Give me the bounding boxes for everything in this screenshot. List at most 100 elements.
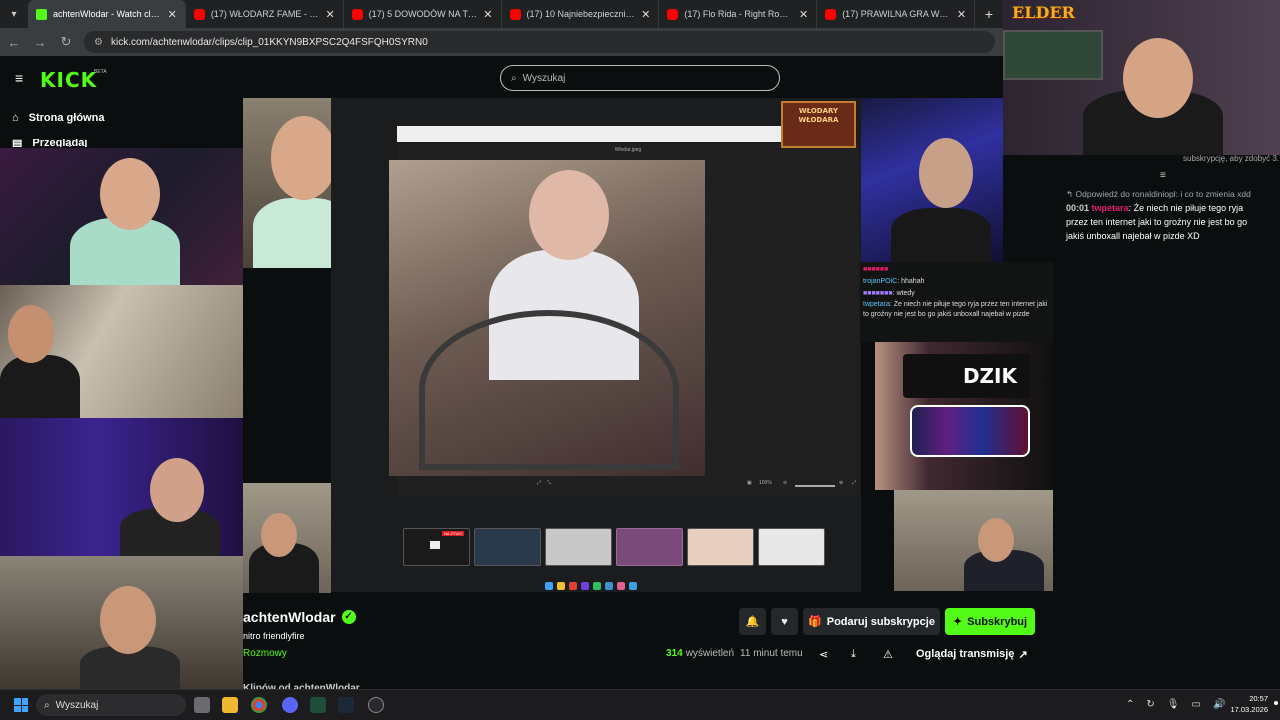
report-icon[interactable]: ⚠	[883, 648, 893, 661]
notification-bell-button[interactable]: 🔔	[739, 608, 766, 635]
close-tab-icon[interactable]: ✕	[641, 8, 650, 21]
tab-list-dropdown-icon[interactable]: ▾	[0, 0, 28, 28]
zoom-out-icon[interactable]: ⊖	[783, 480, 787, 486]
image-strip	[397, 126, 781, 142]
sidebar-item-browse[interactable]: ▤ Przeglądaj	[12, 139, 87, 147]
sidebar-item-home[interactable]: ⌂ Strona główna	[12, 112, 104, 124]
close-tab-icon[interactable]: ✕	[325, 8, 334, 21]
person-head	[8, 305, 54, 363]
fullscreen-icon[interactable]: ⤢	[852, 480, 856, 486]
person-head	[150, 458, 204, 522]
image-icon[interactable]: ▣	[747, 480, 752, 486]
steam-icon[interactable]	[338, 697, 354, 713]
share-icon[interactable]: ⋖	[819, 648, 828, 661]
new-tab-button[interactable]: +	[975, 6, 1003, 22]
chevron-up-icon[interactable]: ⌃	[1126, 699, 1134, 710]
search-input[interactable]: ⌕ Wyszukaj	[500, 65, 780, 91]
chat-filter-icon[interactable]: ≡	[1160, 170, 1166, 181]
download-icon[interactable]: ⤓	[851, 648, 856, 661]
volume-icon[interactable]: 🔊	[1213, 699, 1225, 710]
zoom-slider[interactable]	[795, 485, 835, 487]
mini-chat-user: trojanPOiC	[863, 278, 898, 285]
task-view-icon[interactable]	[194, 697, 210, 713]
person-head	[261, 513, 297, 557]
address-bar[interactable]: ⚙ kick.com/achtenwlodar/clips/clip_01KKY…	[84, 31, 995, 53]
reply-text: Odpowiedź do ronaldiniopl: i co to zmien…	[1075, 189, 1251, 199]
subscribe-button[interactable]: ✦ Subskrybuj	[945, 608, 1035, 635]
person-head	[100, 158, 160, 230]
clock[interactable]: 20:57 17.03.2026	[1228, 693, 1268, 715]
close-tab-icon[interactable]: ✕	[168, 8, 177, 21]
menu-icon[interactable]: ≡	[15, 71, 27, 85]
youtube-favicon-icon	[351, 8, 363, 20]
mini-chat-text: wtedy	[896, 290, 915, 297]
network-icon[interactable]: ▭	[1191, 699, 1200, 710]
expand-icon[interactable]: ⤡	[547, 480, 551, 486]
close-tab-icon[interactable]: ✕	[799, 8, 808, 21]
gift-label: Podaruj subskrypcje	[826, 615, 935, 628]
elder-logo: ELDER	[1012, 3, 1075, 22]
chat-icon	[430, 541, 440, 549]
person-torso	[891, 208, 991, 262]
taskbar-search[interactable]: ⌕ Wyszukaj	[36, 694, 186, 716]
tab-kick-clip[interactable]: achtenWlodar - Watch clips on ✕	[27, 0, 186, 28]
reply-reference: ↰ Odpowiedź do ronaldiniopl: i co to zmi…	[1066, 189, 1251, 200]
clock-time: 20:57	[1249, 694, 1268, 703]
sync-icon[interactable]: ↻	[1146, 699, 1154, 710]
sidebar-item-label: Strona główna	[28, 112, 105, 124]
channel-name[interactable]: achtenWlodar ✓	[243, 609, 356, 625]
reload-icon[interactable]: ↻	[58, 34, 74, 50]
tab-youtube-1[interactable]: (17) WŁODARZ FAME - ŁUKASZ ✕	[186, 0, 344, 28]
zoom-in-icon[interactable]: ⊕	[839, 480, 843, 486]
tab-title: (17) Flo Rida - Right Round (fea	[684, 9, 793, 19]
follow-button[interactable]: ♥	[771, 608, 798, 635]
person-head	[529, 170, 609, 260]
subscribe-hint: subskrypcję, aby zdobyć 3.	[1183, 154, 1279, 164]
fit-icon[interactable]: ⤢	[537, 480, 541, 486]
youtube-favicon-icon	[509, 8, 521, 20]
mini-chat-user: twpetara	[863, 301, 890, 308]
close-tab-icon[interactable]: ✕	[957, 8, 966, 21]
file-explorer-icon[interactable]	[222, 697, 238, 713]
app-icon[interactable]	[368, 697, 384, 713]
back-arrow-icon[interactable]: ←	[6, 35, 22, 50]
tab-title: (17) WŁODARZ FAME - ŁUKASZ	[210, 9, 320, 19]
site-info-icon[interactable]: ⚙	[94, 37, 103, 48]
webcam-tile-streamer	[1003, 0, 1280, 155]
browser-toolbar: ← → ↻ ⚙ kick.com/achtenwlodar/clips/clip…	[0, 28, 1003, 56]
microphone-icon[interactable]: 🎙	[1167, 699, 1180, 710]
clock-date: 17.03.2026	[1230, 705, 1268, 714]
discord-icon[interactable]	[282, 697, 298, 713]
view-count: 314	[666, 648, 683, 659]
chat-message: 00:01 twpetara: Że niech nie piłuje tego…	[1066, 203, 1248, 241]
gift-subscription-button[interactable]: 🎁 Podaruj subskrypcje	[803, 608, 940, 635]
xbox-icon[interactable]	[310, 697, 326, 713]
beta-label: BETA	[94, 69, 107, 75]
kick-favicon-icon	[35, 8, 47, 20]
tab-youtube-5[interactable]: (17) PRAWILNA GRA W CZÓŁK ✕	[817, 0, 976, 28]
system-tray: ⌃ ↻ 🎙 ▭ 🔊	[1126, 699, 1225, 710]
kick-header: ≡ KICK BETA ⌕ Wyszukaj	[0, 56, 1003, 100]
youtube-favicon-icon	[193, 8, 205, 20]
close-tab-icon[interactable]: ✕	[483, 8, 492, 21]
subscribe-label: Subskrybuj	[967, 615, 1028, 628]
viewer-photo	[389, 160, 705, 476]
youtube-favicon-icon	[825, 8, 837, 20]
tab-youtube-2[interactable]: (17) 5 DOWODÓW NA TO, ŻE ✕	[344, 0, 502, 28]
dzik-logo: DZIK	[903, 354, 1031, 398]
chrome-icon[interactable]	[251, 697, 267, 713]
thumbnail	[758, 528, 825, 566]
category-link[interactable]: Rozmowy	[243, 648, 287, 659]
forward-arrow-icon[interactable]: →	[32, 35, 48, 50]
chat-username[interactable]: twpetara	[1092, 203, 1129, 213]
external-link-icon: ↗	[1018, 649, 1028, 661]
watch-stream-button[interactable]: Oglądaj transmisję ↗	[916, 648, 1028, 661]
browser-tab-bar: ▾ achtenWlodar - Watch clips on ✕ (17) W…	[0, 0, 1003, 28]
notification-icon[interactable]	[1274, 701, 1278, 705]
tab-youtube-4[interactable]: (17) Flo Rida - Right Round (fea ✕	[659, 0, 818, 28]
windows-start-icon[interactable]	[14, 698, 28, 712]
clip-player[interactable]: Włodar.jpeg ⤢ ⤡ ▣ 100% ⊖ ⊕ ⤢ NA ŻYWO	[331, 98, 861, 592]
kick-logo[interactable]: KICK	[40, 68, 97, 92]
tab-youtube-3[interactable]: (17) 10 Najniebezpieczniejszych ✕	[502, 0, 660, 28]
thumbnail	[545, 528, 612, 566]
